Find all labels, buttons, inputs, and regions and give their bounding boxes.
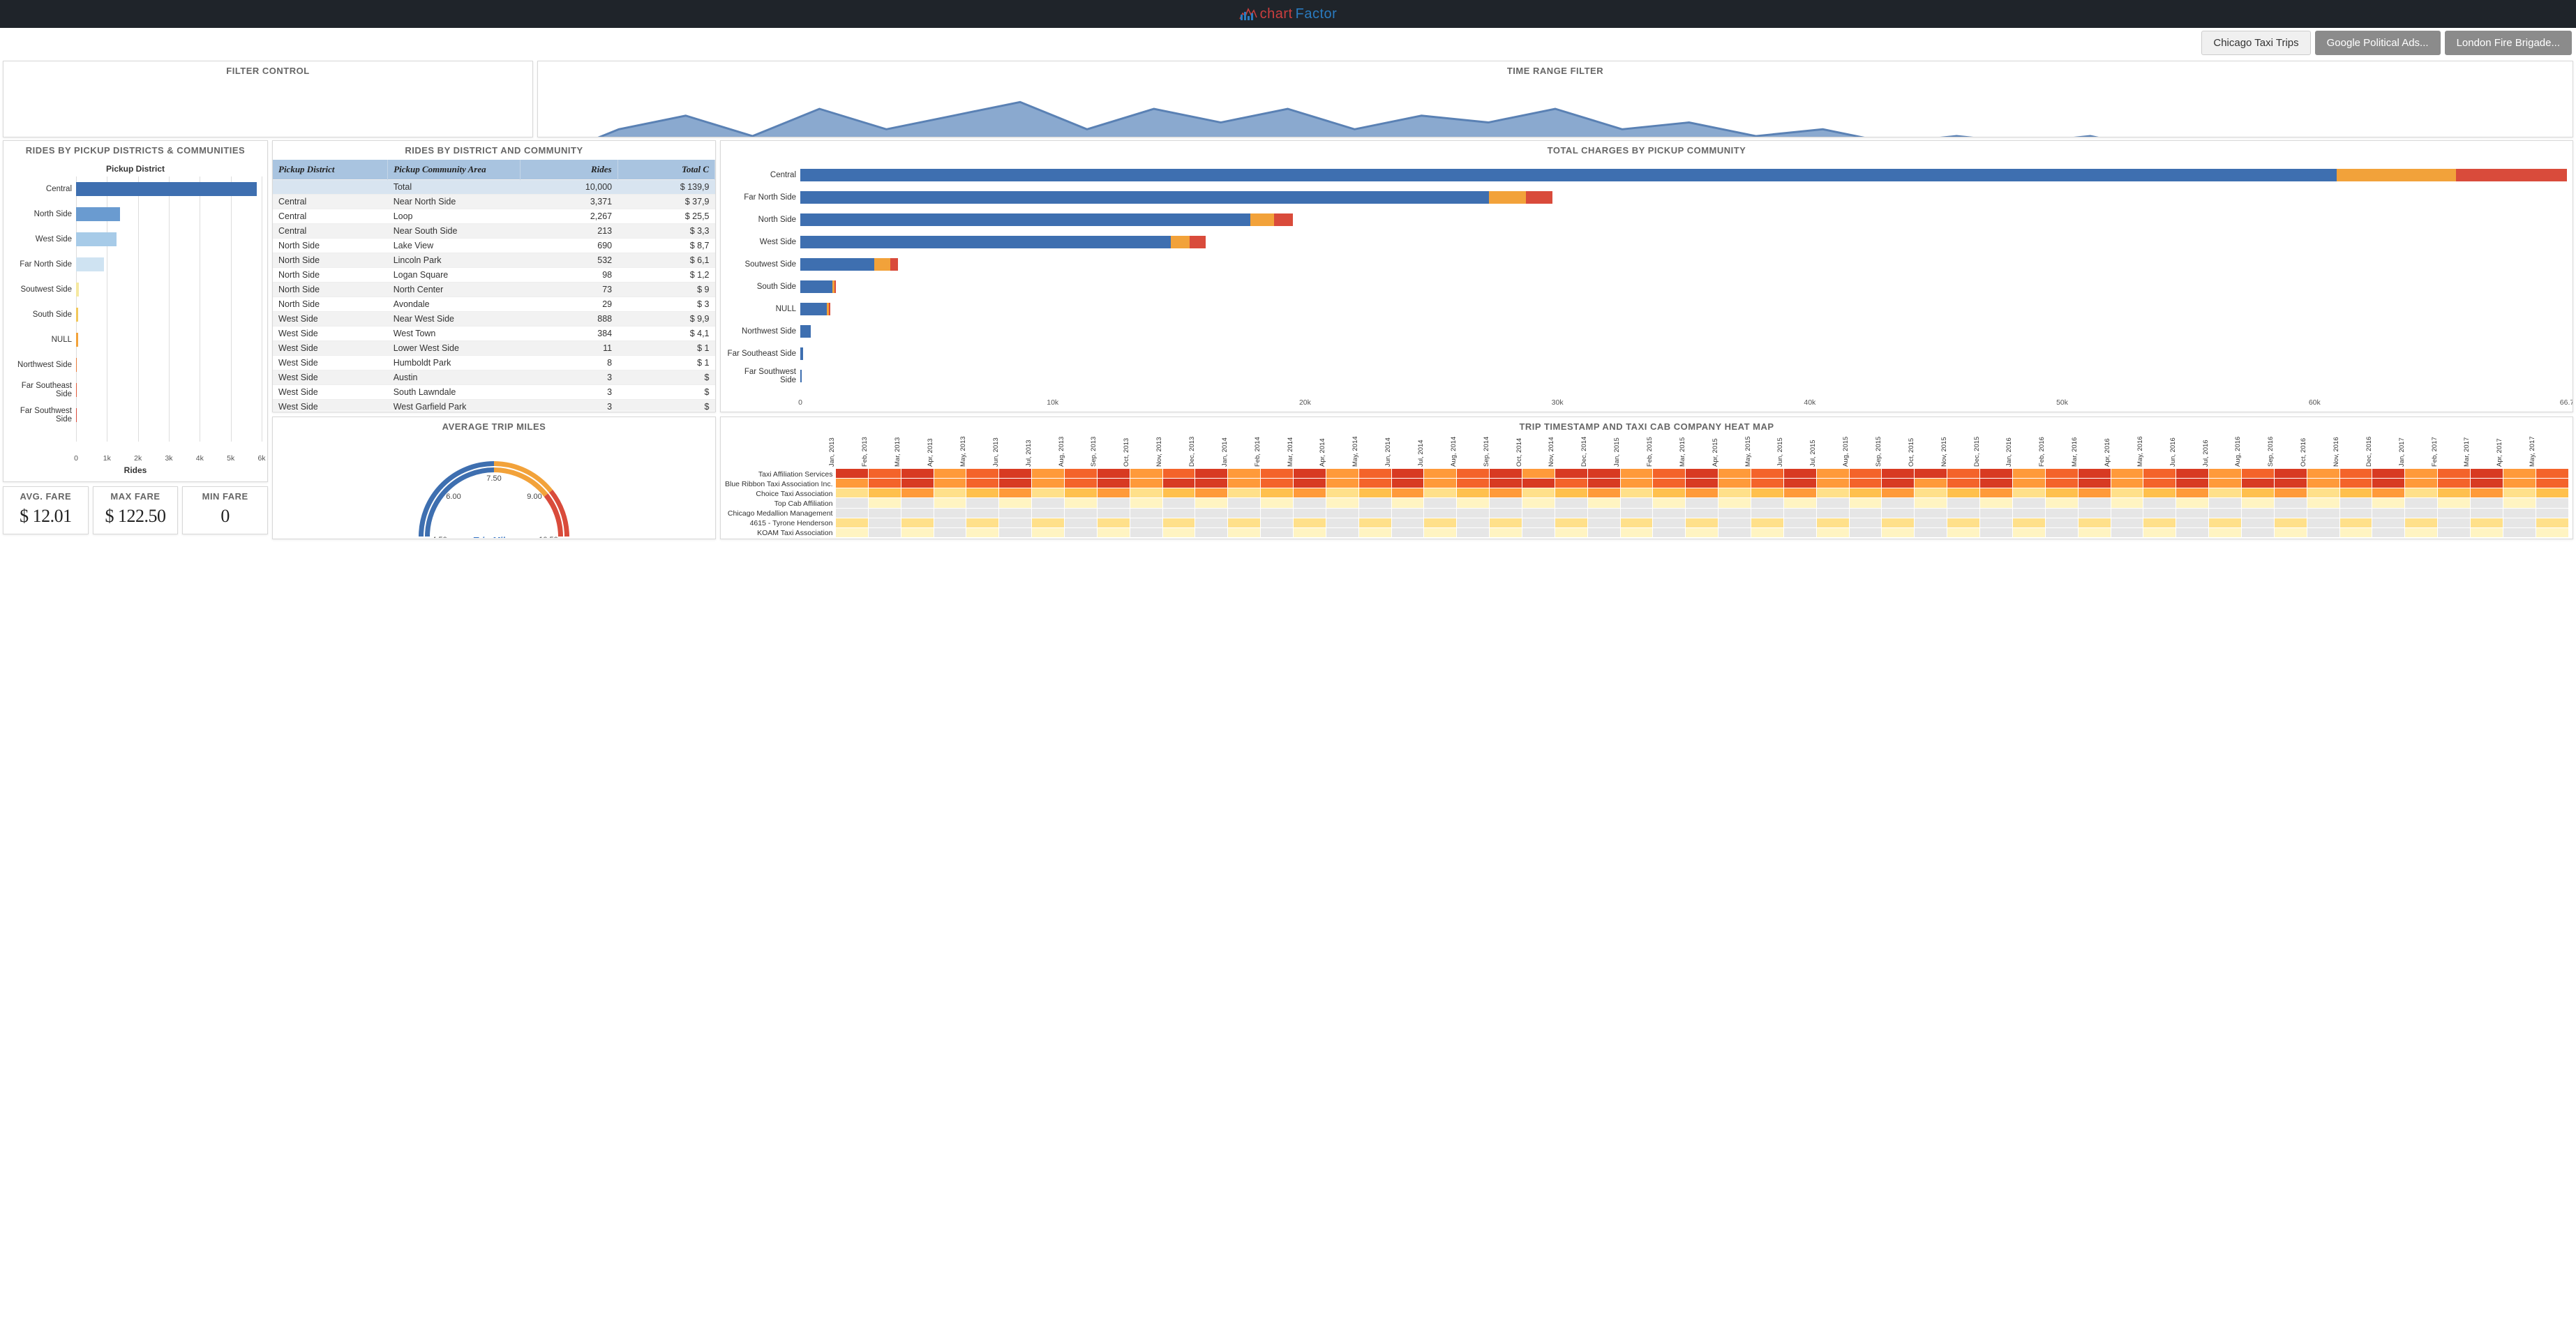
gauge-tick: 6.00 xyxy=(446,493,460,501)
rides-by-pickup-xlabel: Rides xyxy=(9,465,262,475)
rides-table[interactable]: Pickup DistrictPickup Community AreaRide… xyxy=(273,160,715,411)
kpi-value: $ 12.01 xyxy=(6,506,85,527)
heatmap-cells[interactable] xyxy=(835,468,2568,538)
tab-google-ads[interactable]: Google Political Ads... xyxy=(2315,31,2441,55)
rides-table-title: RIDES BY DISTRICT AND COMMUNITY xyxy=(273,141,715,160)
heatmap-ylabels: Taxi Affiliation ServicesBlue Ribbon Tax… xyxy=(725,436,835,538)
gauge-center-label: Trip Miles xyxy=(473,535,515,538)
kpi-value: 0 xyxy=(186,506,264,527)
kpi-avg-fare: AVG. FARE $ 12.01 xyxy=(3,486,89,534)
tab-london-fire[interactable]: London Fire Brigade... xyxy=(2445,31,2572,55)
kpi-title: AVG. FARE xyxy=(6,491,85,502)
total-charges-card: TOTAL CHARGES BY PICKUP COMMUNITY Centra… xyxy=(720,140,2573,412)
heatmap-title: TRIP TIMESTAMP AND TAXI CAB COMPANY HEAT… xyxy=(721,417,2573,436)
gauge-tick: 4.50 xyxy=(432,536,447,538)
kpi-max-fare: MAX FARE $ 122.50 xyxy=(93,486,179,534)
gauge-tick: 7.50 xyxy=(486,474,501,483)
avg-trip-miles-gauge[interactable]: 4.50 6.00 7.50 9.00 10.50 Trip Miles xyxy=(273,436,715,538)
rides-by-pickup-title: RIDES BY PICKUP DISTRICTS & COMMUNITIES xyxy=(3,141,267,160)
time-range-title: TIME RANGE FILTER xyxy=(538,61,2573,80)
logo-text-1: chart xyxy=(1260,6,1293,22)
rides-by-pickup-subtitle: Pickup District xyxy=(9,164,262,174)
kpi-title: MIN FARE xyxy=(186,491,264,502)
heatmap-xlabels: Jan, 2013Feb, 2013Mar, 2013Apr, 2013May,… xyxy=(835,436,2568,468)
rides-by-pickup-xaxis: 01k2k3k4k5k6k xyxy=(76,454,262,464)
heatmap-card: TRIP TIMESTAMP AND TAXI CAB COMPANY HEAT… xyxy=(720,417,2573,539)
time-range-sparkline[interactable] xyxy=(552,82,2559,137)
gauge-tick: 10.50 xyxy=(539,536,558,538)
logo-icon xyxy=(1239,6,1257,22)
rides-by-pickup-chart[interactable]: CentralNorth SideWest SideFar North Side… xyxy=(9,177,262,454)
time-range-card: TIME RANGE FILTER Jan, 2013 Jul, 2013 Ja… xyxy=(537,61,2573,137)
total-charges-title: TOTAL CHARGES BY PICKUP COMMUNITY xyxy=(721,141,2573,160)
kpi-row: AVG. FARE $ 12.01 MAX FARE $ 122.50 MIN … xyxy=(3,486,268,534)
tab-chicago-taxi[interactable]: Chicago Taxi Trips xyxy=(2201,31,2310,55)
top-bar: chartFactor xyxy=(0,0,2576,28)
filter-control-title: FILTER CONTROL xyxy=(3,61,532,80)
gauge-tick: 9.00 xyxy=(527,493,541,501)
tab-strip: Chicago Taxi Trips Google Political Ads.… xyxy=(0,28,2576,58)
logo-text-2: Factor xyxy=(1296,6,1338,22)
avg-trip-miles-title: AVERAGE TRIP MILES xyxy=(273,417,715,436)
kpi-value: $ 122.50 xyxy=(96,506,175,527)
total-charges-chart[interactable]: CentralFar North SideNorth SideWest Side… xyxy=(726,164,2567,398)
kpi-title: MAX FARE xyxy=(96,491,175,502)
total-charges-xaxis: 010k20k30k40k50k60k66.7 xyxy=(800,398,2567,408)
filter-control-card: FILTER CONTROL xyxy=(3,61,533,137)
logo: chartFactor xyxy=(1239,6,1338,22)
avg-trip-miles-card: AVERAGE TRIP MILES 4.50 6.00 7.50 9.00 1… xyxy=(272,417,716,539)
kpi-min-fare: MIN FARE 0 xyxy=(182,486,268,534)
rides-table-card: RIDES BY DISTRICT AND COMMUNITY Pickup D… xyxy=(272,140,716,412)
rides-by-pickup-card: RIDES BY PICKUP DISTRICTS & COMMUNITIES … xyxy=(3,140,268,482)
